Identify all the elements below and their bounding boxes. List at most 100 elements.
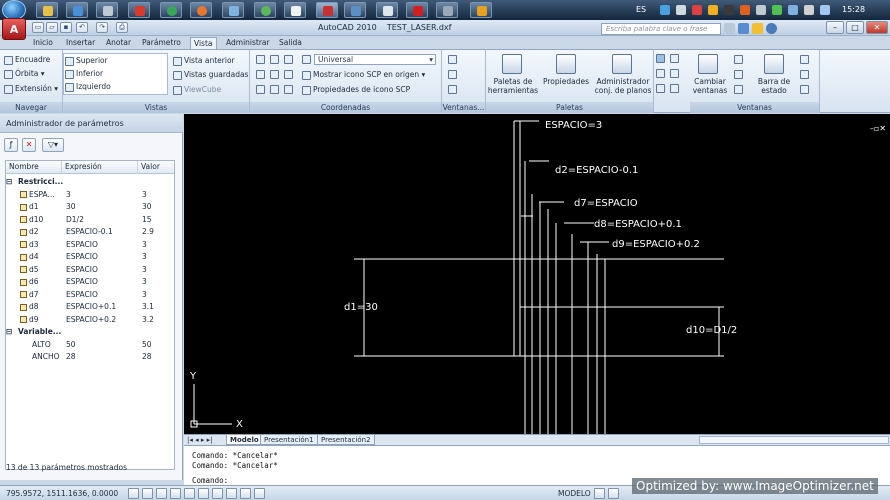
- cell-expr[interactable]: ESPACIO+0.2: [66, 314, 138, 326]
- model-space-indicator[interactable]: MODELO: [558, 489, 591, 498]
- table-row[interactable]: d1 30 30: [6, 201, 174, 214]
- maximize-button[interactable]: □: [846, 21, 864, 34]
- taskbar-app-explorer[interactable]: [36, 2, 58, 18]
- ducs-toggle-icon[interactable]: [212, 488, 223, 499]
- viewport-controls[interactable]: –▫✕: [850, 124, 886, 133]
- print-icon[interactable]: ⎙: [116, 22, 128, 33]
- dim-label-d8[interactable]: d8=ESPACIO+0.1: [594, 219, 682, 230]
- cell-expr[interactable]: ESPACIO: [66, 264, 138, 276]
- table-row[interactable]: d8 ESPACIO+0.1 3.1: [6, 301, 174, 314]
- switch-windows-label[interactable]: Cambiar ventanas: [690, 77, 730, 95]
- language-indicator[interactable]: ES: [636, 5, 646, 14]
- ortho-toggle-icon[interactable]: [156, 488, 167, 499]
- viewport-icon-2[interactable]: [448, 70, 457, 79]
- dim-label-d10[interactable]: d10=D1/2: [686, 325, 737, 336]
- cell-expr[interactable]: ESPACIO: [66, 239, 138, 251]
- cell-expr[interactable]: ESPACIO-0.1: [66, 226, 138, 238]
- ucs-icon-3[interactable]: [284, 55, 293, 64]
- view-izquierdo[interactable]: Izquierdo: [65, 82, 111, 92]
- taskbar-app-autocad[interactable]: [316, 2, 338, 18]
- cell-expr[interactable]: D1/2: [66, 214, 138, 226]
- taskbar-app-network[interactable]: [344, 2, 366, 18]
- tab-insertar[interactable]: Insertar: [63, 37, 98, 49]
- tile-horizontal-icon[interactable]: [734, 55, 743, 64]
- properties-icon[interactable]: [556, 54, 576, 74]
- cell-expr[interactable]: ESPACIO: [66, 276, 138, 288]
- pan-button[interactable]: Encuadre: [4, 55, 50, 65]
- cell-expr[interactable]: 28: [66, 351, 138, 363]
- tile-vertical-icon[interactable]: [734, 70, 743, 79]
- column-header-nombre[interactable]: Nombre: [6, 161, 62, 174]
- properties-label[interactable]: Propiedades: [540, 77, 592, 86]
- table-row[interactable]: d5 ESPACIO 3: [6, 264, 174, 277]
- previous-view-button[interactable]: Vista anterior: [173, 56, 235, 66]
- viewcube-button[interactable]: ViewCube: [173, 85, 221, 95]
- table-row[interactable]: d4 ESPACIO 3: [6, 251, 174, 264]
- collapse-icon[interactable]: ⊟: [6, 327, 12, 336]
- polar-toggle-icon[interactable]: [170, 488, 181, 499]
- close-button[interactable]: ✕: [866, 21, 888, 34]
- status-bar-label[interactable]: Barra de estado: [750, 77, 798, 95]
- cell-expr[interactable]: 30: [66, 201, 138, 213]
- battery-icon[interactable]: [772, 5, 782, 15]
- taskbar-app-doc[interactable]: [376, 2, 398, 18]
- taskbar-app-messenger[interactable]: [254, 2, 276, 18]
- tray-icon-4[interactable]: [708, 5, 718, 15]
- tab-vista[interactable]: Vista: [190, 37, 217, 49]
- ucs-icon-5[interactable]: [270, 70, 279, 79]
- palette-toggle-icon-1[interactable]: [656, 54, 665, 63]
- cell-expr[interactable]: 3: [66, 189, 138, 201]
- ucs-combo[interactable]: Universal ▾: [314, 54, 436, 65]
- table-row[interactable]: d9 ESPACIO+0.2 3.2: [6, 314, 174, 327]
- ucs-icon-8[interactable]: [270, 85, 279, 94]
- tab-salida[interactable]: Salida: [276, 37, 305, 49]
- dim-label-d2[interactable]: d2=ESPACIO-0.1: [555, 165, 638, 176]
- viewport-icon-1[interactable]: [448, 55, 457, 64]
- status-bar-icon[interactable]: [764, 54, 784, 74]
- quick-properties-toggle-icon[interactable]: [254, 488, 265, 499]
- palette-toggle-icon-5[interactable]: [656, 84, 665, 93]
- viewport-icon-3[interactable]: [448, 85, 457, 94]
- application-menu-button[interactable]: A: [2, 18, 26, 40]
- communication-center-icon[interactable]: [738, 23, 749, 34]
- network-tray-icon[interactable]: [788, 5, 798, 15]
- cell-expr[interactable]: ESPACIO+0.1: [66, 301, 138, 313]
- cursor-coordinates[interactable]: 795.9572, 1511.1636, 0.0000: [6, 489, 118, 498]
- osnap-toggle-icon[interactable]: [184, 488, 195, 499]
- layout-tab-modelo[interactable]: Modelo: [226, 435, 263, 445]
- window-option-icon-2[interactable]: [800, 70, 809, 79]
- table-row[interactable]: d3 ESPACIO 3: [6, 239, 174, 252]
- grid-toggle-icon[interactable]: [142, 488, 153, 499]
- palette-toggle-icon-6[interactable]: [670, 84, 679, 93]
- sheet-set-manager-label[interactable]: Administrador conj. de planos: [592, 77, 654, 95]
- table-row[interactable]: d10 D1/2 15: [6, 214, 174, 227]
- ucs-icon-7[interactable]: [256, 85, 265, 94]
- snap-toggle-icon[interactable]: [128, 488, 139, 499]
- cell-expr[interactable]: 50: [66, 339, 138, 351]
- dyn-toggle-icon[interactable]: [226, 488, 237, 499]
- tab-parametro[interactable]: Parámetro: [139, 37, 184, 49]
- undo-icon[interactable]: ↶: [76, 22, 88, 33]
- taskbar-app-red[interactable]: [406, 2, 428, 18]
- save-icon[interactable]: ▪: [60, 22, 72, 33]
- ucs-icon-properties-button[interactable]: Propiedades de icono SCP: [302, 85, 410, 95]
- ucs-icon-2[interactable]: [270, 55, 279, 64]
- taskbar-app-chrome[interactable]: [160, 2, 182, 18]
- taskbar-app-media[interactable]: [66, 2, 88, 18]
- tray-icon-2[interactable]: [676, 5, 686, 15]
- extents-button[interactable]: Extensión ▾: [4, 84, 58, 94]
- tool-palettes-label[interactable]: Paletas de herramientas: [486, 77, 540, 95]
- flag-icon[interactable]: [820, 5, 830, 15]
- grid-section-header[interactable]: ⊟ Restricci...: [6, 176, 174, 189]
- show-ucs-origin-button[interactable]: Mostrar icono SCP en origen ▾: [302, 70, 425, 80]
- delete-parameter-button[interactable]: ✕: [22, 138, 36, 152]
- open-file-icon[interactable]: ▱: [46, 22, 58, 33]
- table-row[interactable]: ESPA... 3 3: [6, 189, 174, 202]
- taskbar-app-photos[interactable]: [222, 2, 244, 18]
- column-header-expresion[interactable]: Expresión: [62, 161, 138, 174]
- table-row[interactable]: ANCHO 28 28: [6, 351, 174, 364]
- cell-expr[interactable]: ESPACIO: [66, 251, 138, 263]
- dim-label-espacio[interactable]: ESPACIO=3: [545, 120, 602, 131]
- tab-navigation-arrows[interactable]: |◂ ◂ ▸ ▸|: [184, 435, 224, 445]
- command-prompt[interactable]: Comando:: [192, 476, 228, 485]
